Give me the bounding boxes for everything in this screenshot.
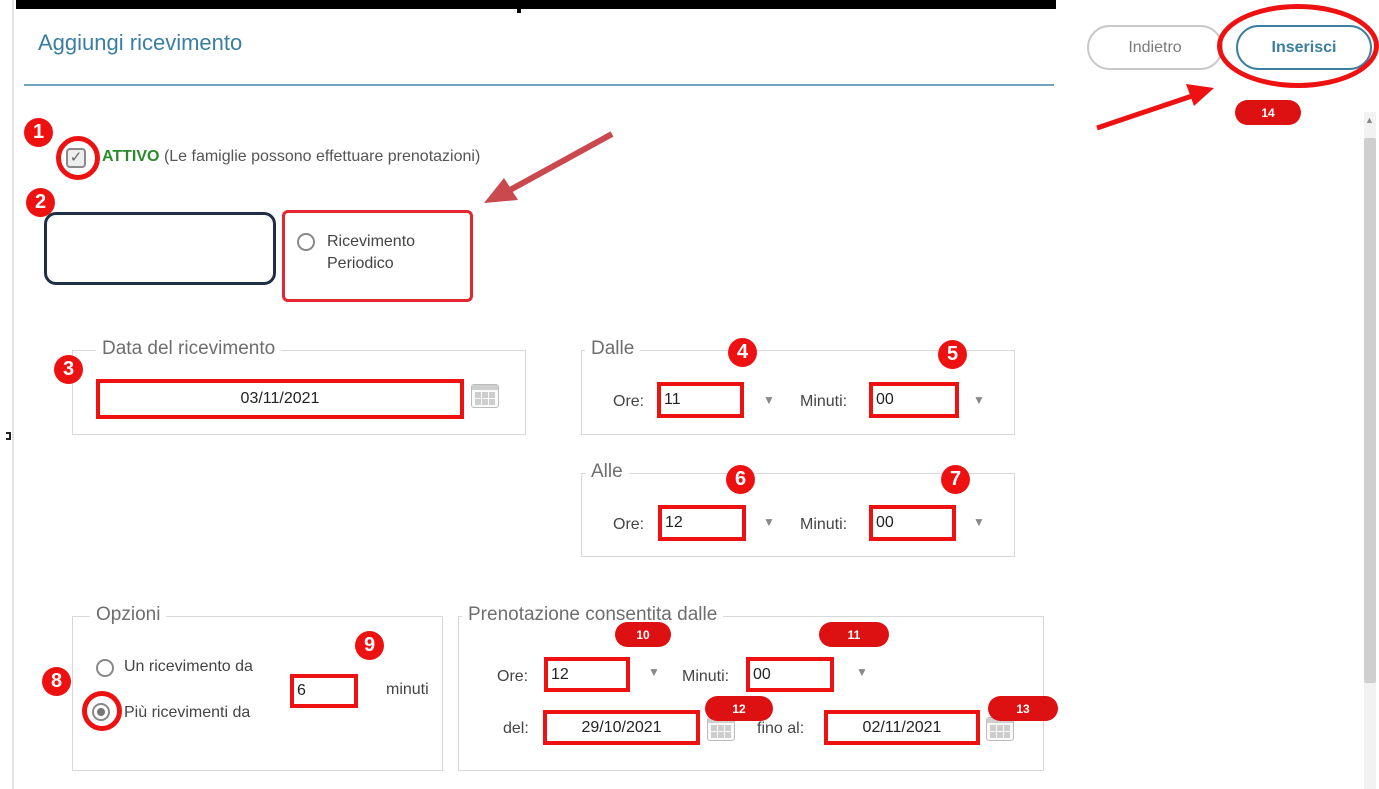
annotation-arrows <box>484 84 1214 203</box>
arrow-to-insert <box>1096 84 1214 131</box>
arrow-to-periodic <box>484 131 614 203</box>
